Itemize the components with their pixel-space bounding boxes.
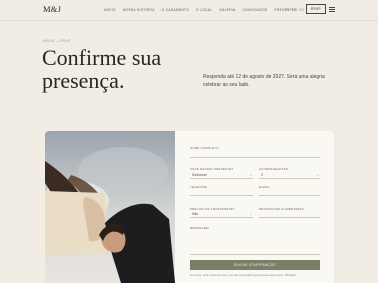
lang-en[interactable]: EN	[292, 8, 296, 12]
email-input[interactable]	[259, 188, 320, 196]
page-title: Confirme sua presença.	[42, 45, 162, 93]
hero-description: Responda até 12 de agosto de 2027. Será …	[203, 74, 325, 88]
chevron-down-icon: ⌄	[316, 173, 319, 177]
companions-value: 0	[261, 173, 263, 177]
message-label: MENSAGEM	[190, 226, 209, 230]
nav-item-home[interactable]: INÍCIO	[104, 8, 116, 12]
companions-select[interactable]: 0 ⌄	[259, 171, 320, 179]
couple-photo-image	[45, 131, 175, 283]
breadcrumb: INÍCIO — RSVP	[43, 39, 71, 43]
chevron-down-icon: ⌄	[249, 173, 252, 177]
main-nav: INÍCIO NOSSA HISTÓRIA O CASAMENTO O LOCA…	[104, 8, 297, 12]
top-navigation-bar: M&J INÍCIO NOSSA HISTÓRIA O CASAMENTO O …	[0, 0, 378, 21]
attendance-value: Selecione	[192, 173, 207, 177]
rsvp-button[interactable]: RSVP	[306, 4, 326, 14]
nav-item-guests[interactable]: CONVIDADOS	[243, 8, 268, 12]
transport-select[interactable]: Não ⌄	[190, 210, 253, 218]
submit-button[interactable]: ENVIAR CONFIRMAÇÃO	[190, 260, 320, 270]
attendance-select[interactable]: Selecione ⌄	[190, 171, 253, 179]
nav-item-wedding[interactable]: O CASAMENTO	[162, 8, 189, 12]
nav-item-story[interactable]: NOSSA HISTÓRIA	[123, 8, 155, 12]
name-input[interactable]	[190, 150, 320, 158]
nav-item-gallery[interactable]: GALERIA	[219, 8, 235, 12]
phone-input[interactable]	[190, 188, 253, 196]
message-textarea[interactable]	[190, 232, 320, 255]
rsvp-form: NOME COMPLETO VOCÊ ESTARÁ PRESENTE? Sele…	[175, 131, 334, 283]
nav-item-venue[interactable]: O LOCAL	[196, 8, 212, 12]
rsvp-card: NOME COMPLETO VOCÊ ESTARÁ PRESENTE? Sele…	[45, 131, 334, 283]
chevron-down-icon: ⌄	[249, 212, 252, 216]
site-logo[interactable]: M&J	[43, 4, 61, 14]
transport-value: Não	[192, 212, 199, 216]
privacy-note: Ao enviar, você concorda com o uso dos s…	[190, 274, 297, 277]
dietary-input[interactable]	[259, 210, 320, 218]
lang-pt[interactable]: PT	[285, 8, 289, 12]
language-switcher: PT EN ES	[285, 8, 304, 12]
menu-icon[interactable]	[329, 6, 335, 12]
lang-es[interactable]: ES	[300, 8, 304, 12]
couple-photo	[45, 131, 175, 283]
